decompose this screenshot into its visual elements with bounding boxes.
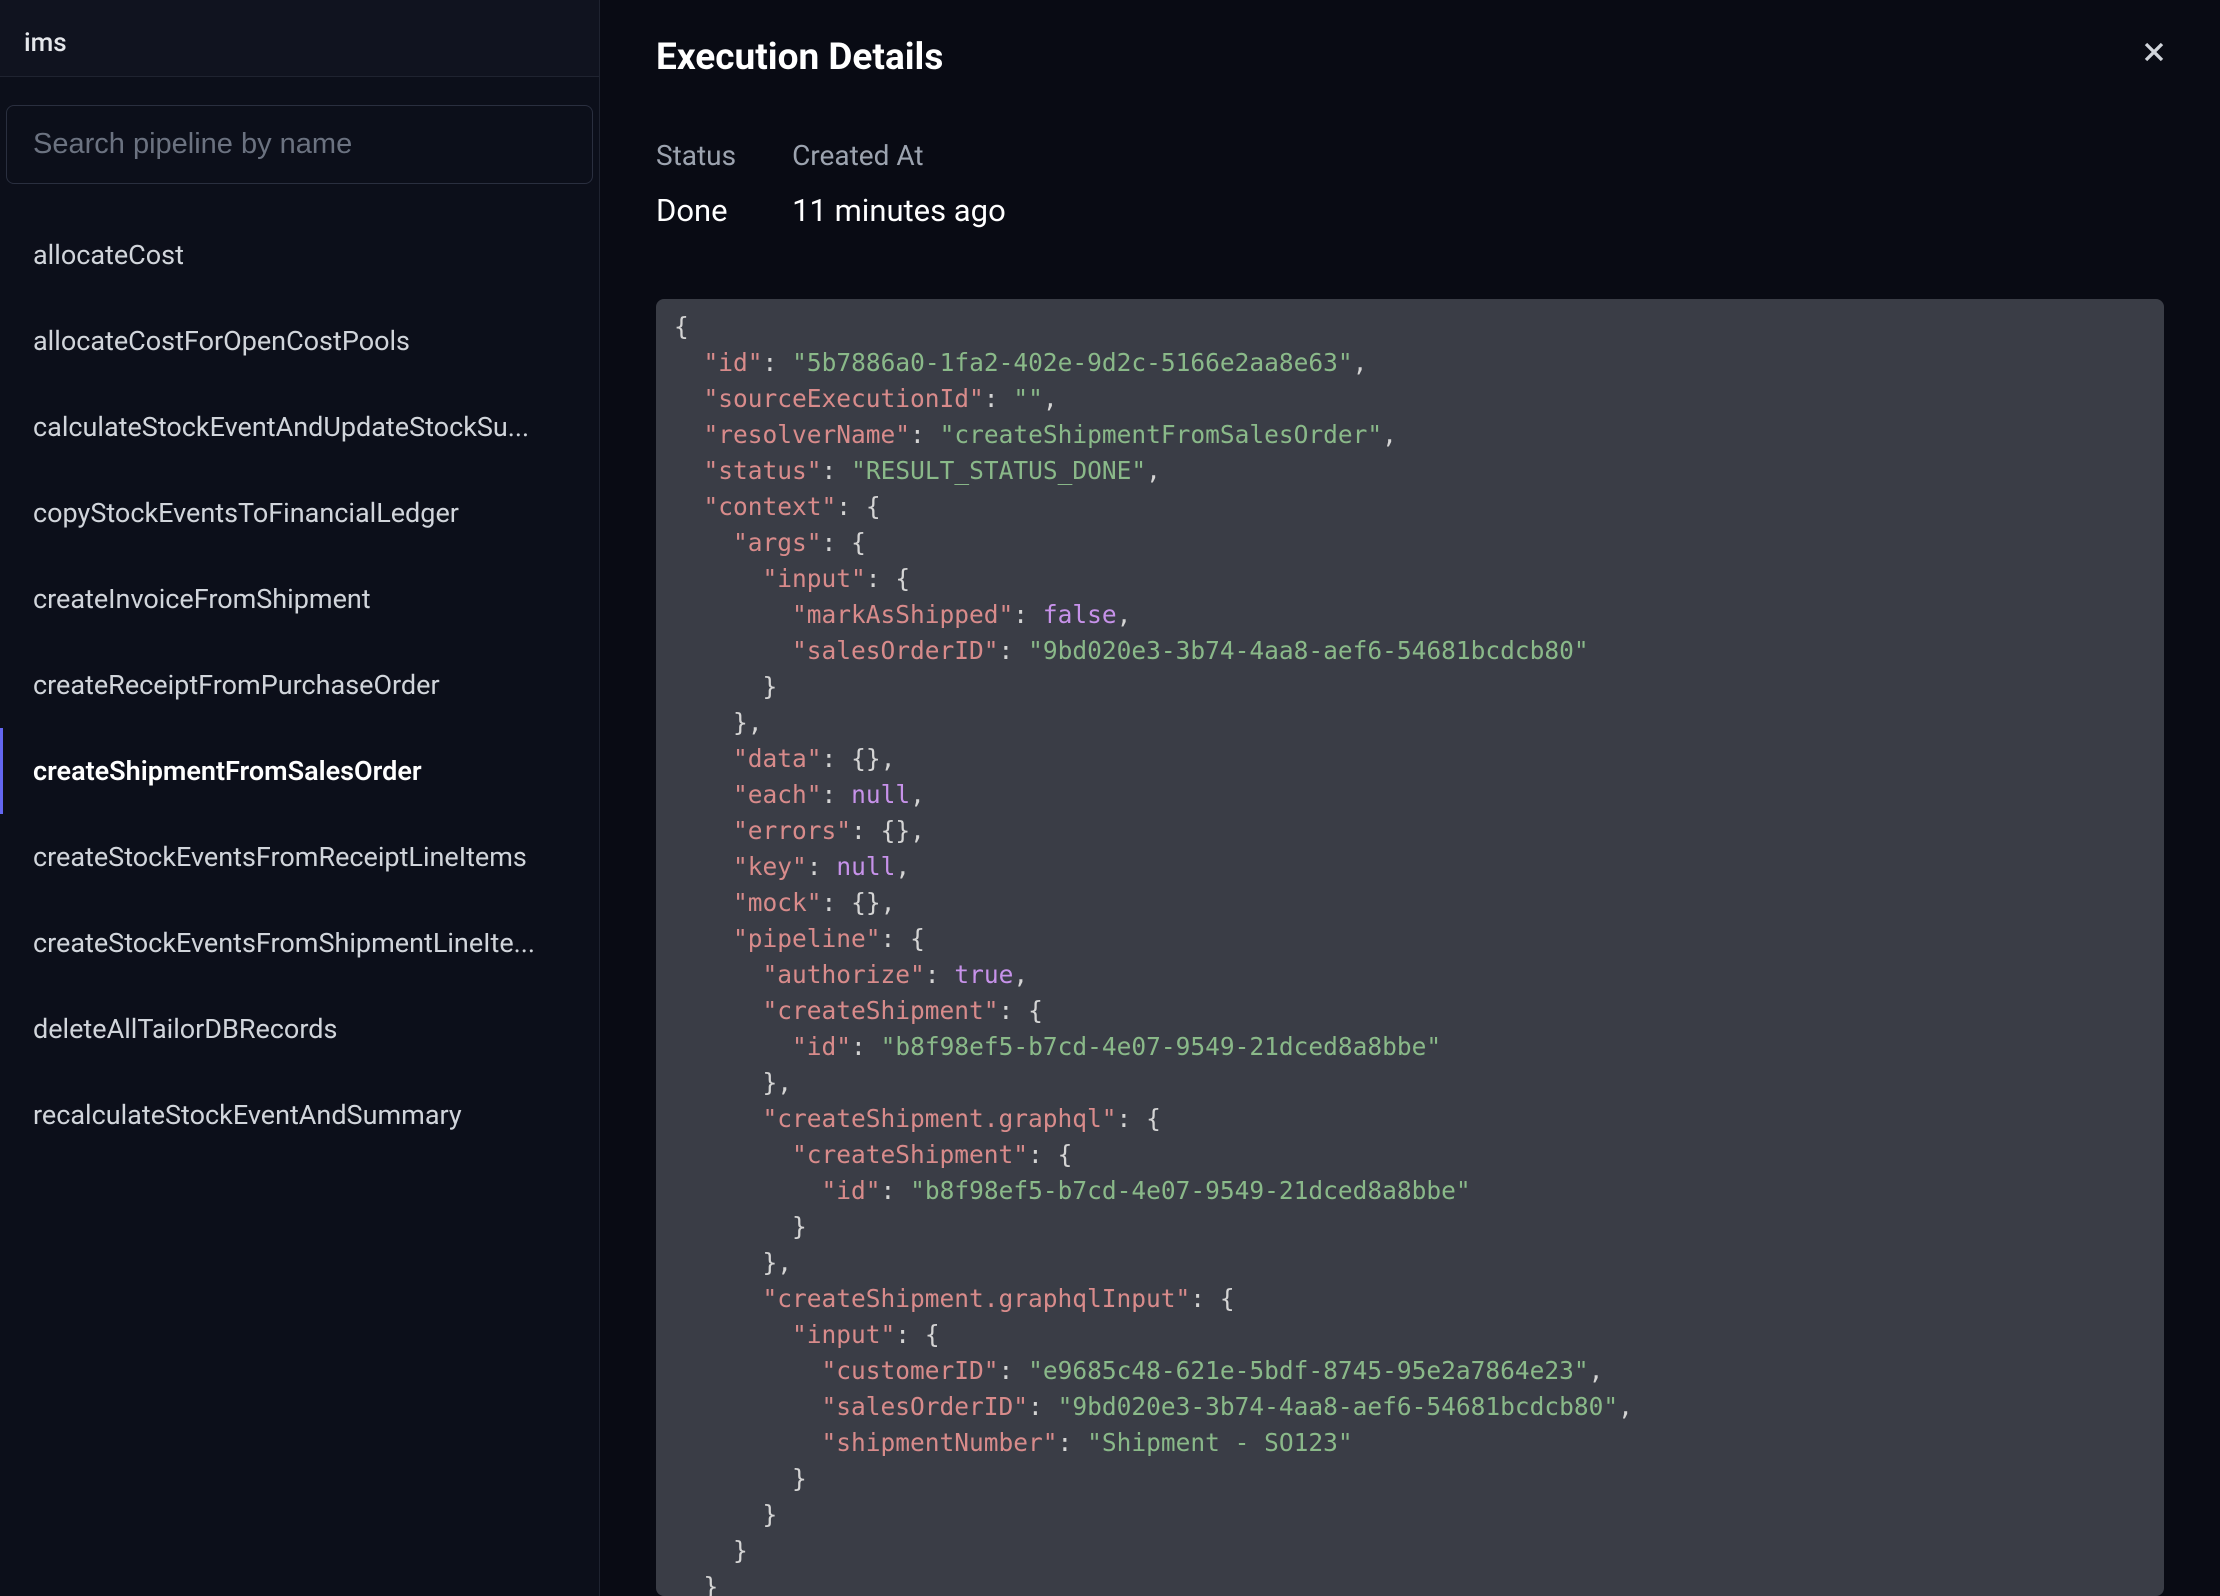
pipeline-item[interactable]: allocateCost xyxy=(0,212,599,298)
close-icon xyxy=(2138,36,2170,68)
sidebar: ims allocateCostallocateCostForOpenCostP… xyxy=(0,0,600,1596)
pipeline-item[interactable]: deleteAllTailorDBRecords xyxy=(0,986,599,1072)
created-block: Created At 11 minutes ago xyxy=(792,139,1006,229)
meta-row: Status Done Created At 11 minutes ago xyxy=(656,139,2164,229)
pipeline-item[interactable]: copyStockEventsToFinancialLedger xyxy=(0,470,599,556)
page-title: Execution Details xyxy=(656,36,2164,79)
pipeline-item[interactable]: calculateStockEventAndUpdateStockSu... xyxy=(0,384,599,470)
status-block: Status Done xyxy=(656,139,736,229)
pipeline-item[interactable]: allocateCostForOpenCostPools xyxy=(0,298,599,384)
status-value: Done xyxy=(656,192,736,229)
sidebar-title: ims xyxy=(0,0,599,77)
search-container xyxy=(0,77,599,204)
created-value: 11 minutes ago xyxy=(792,192,1006,229)
created-label: Created At xyxy=(792,139,1006,172)
main-panel: Execution Details Status Done Created At… xyxy=(600,0,2220,1596)
status-label: Status xyxy=(656,139,736,172)
pipeline-list: allocateCostallocateCostForOpenCostPools… xyxy=(0,204,599,1596)
pipeline-item[interactable]: recalculateStockEventAndSummary xyxy=(0,1072,599,1158)
pipeline-item[interactable]: createInvoiceFromShipment xyxy=(0,556,599,642)
pipeline-item[interactable]: createStockEventsFromShipmentLineIte... xyxy=(0,900,599,986)
pipeline-item[interactable]: createShipmentFromSalesOrder xyxy=(0,728,599,814)
search-input[interactable] xyxy=(6,105,593,184)
pipeline-item[interactable]: createReceiptFromPurchaseOrder xyxy=(0,642,599,728)
close-button[interactable] xyxy=(2132,30,2176,74)
json-code-block[interactable]: { "id": "5b7886a0-1fa2-402e-9d2c-5166e2a… xyxy=(656,299,2164,1596)
pipeline-item[interactable]: createStockEventsFromReceiptLineItems xyxy=(0,814,599,900)
